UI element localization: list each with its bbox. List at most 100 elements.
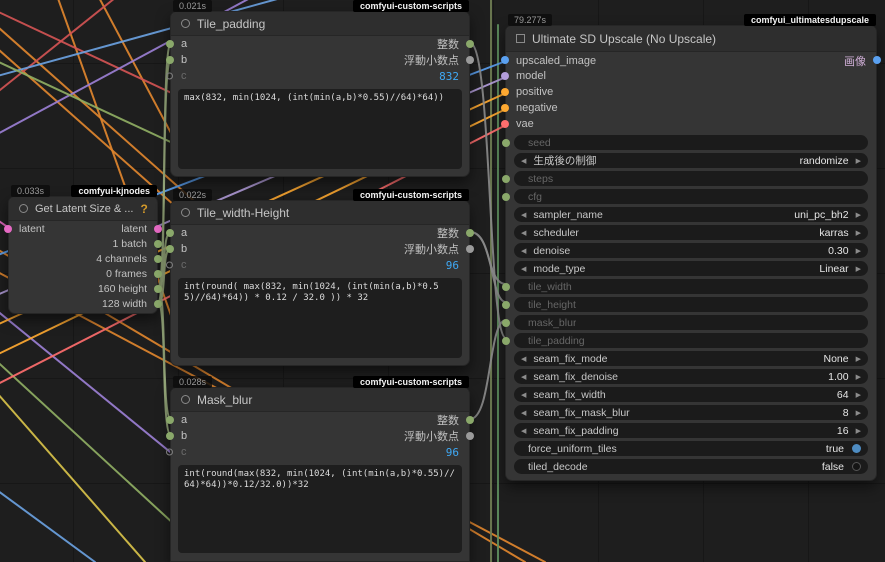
steps-input-slot[interactable]: [502, 174, 510, 183]
widget-sampler-name[interactable]: ◀ sampler_name uni_pc_bh2 ▶: [514, 207, 868, 222]
increment-arrow-icon[interactable]: ▶: [856, 427, 861, 435]
output-slot-int[interactable]: [466, 416, 474, 424]
collapse-toggle-icon[interactable]: [19, 204, 28, 213]
collapse-toggle-icon[interactable]: [181, 19, 190, 28]
increment-arrow-icon[interactable]: ▶: [856, 229, 861, 237]
tile-padding-input-slot[interactable]: [502, 336, 510, 345]
node-title-bar[interactable]: Mask_blur: [171, 388, 469, 412]
input-slot-a[interactable]: [166, 416, 174, 424]
widget-seam-fix-padding[interactable]: ◀ seam_fix_padding 16 ▶: [514, 423, 868, 438]
decrement-arrow-icon[interactable]: ◀: [521, 211, 526, 219]
output-slot-float[interactable]: [466, 245, 474, 253]
node-title-bar[interactable]: Get Latent Size & ... ?: [9, 197, 157, 221]
input-slot-c[interactable]: [166, 261, 173, 269]
widget-tile-padding[interactable]: tile_padding: [502, 333, 868, 348]
collapse-toggle-icon[interactable]: [181, 395, 190, 404]
increment-arrow-icon[interactable]: ▶: [856, 211, 861, 219]
node-tile-width-height[interactable]: 0.022s comfyui-custom-scripts Tile_width…: [166, 189, 474, 366]
increment-arrow-icon[interactable]: ▶: [856, 265, 861, 273]
decrement-arrow-icon[interactable]: ◀: [521, 427, 526, 435]
result-value: 96: [445, 258, 459, 272]
input-slot-b[interactable]: [166, 245, 174, 253]
widget-force-uniform-tiles[interactable]: force_uniform_tiles true: [514, 441, 868, 456]
output-slot-float[interactable]: [466, 432, 474, 440]
widget-seam-fix-mask-blur[interactable]: ◀ seam_fix_mask_blur 8 ▶: [514, 405, 868, 420]
toggle-on-indicator[interactable]: [852, 444, 861, 453]
input-label-a: a: [181, 414, 188, 426]
width-output-slot[interactable]: [154, 299, 162, 308]
height-output-slot[interactable]: [154, 284, 162, 293]
mask-blur-input-slot[interactable]: [502, 318, 510, 327]
widget-seed[interactable]: seed: [502, 135, 868, 150]
input-slot-a[interactable]: [166, 40, 174, 48]
seed-input-slot[interactable]: [502, 138, 510, 147]
output-slot-float[interactable]: [466, 56, 474, 64]
widget-seam-fix-denoise[interactable]: ◀ seam_fix_denoise 1.00 ▶: [514, 369, 868, 384]
widget-seam-fix-mode[interactable]: ◀ seam_fix_mode None ▶: [514, 351, 868, 366]
node-ultimate-sd-upscale[interactable]: 79.277s comfyui_ultimatesdupscale Ultima…: [501, 14, 881, 481]
input-slot-a[interactable]: [166, 229, 174, 237]
collapse-toggle-icon[interactable]: [516, 34, 525, 43]
node-tile-padding[interactable]: 0.021s comfyui-custom-scripts Tile_paddi…: [166, 0, 474, 177]
toggle-off-indicator[interactable]: [852, 462, 861, 471]
channels-output-slot[interactable]: [154, 254, 162, 263]
node-title-bar[interactable]: Tile_padding: [171, 12, 469, 36]
decrement-arrow-icon[interactable]: ◀: [521, 265, 526, 273]
latent-input-slot[interactable]: [4, 224, 12, 233]
widget-seam-fix-width[interactable]: ◀ seam_fix_width 64 ▶: [514, 387, 868, 402]
decrement-arrow-icon[interactable]: ◀: [521, 229, 526, 237]
decrement-arrow-icon[interactable]: ◀: [521, 409, 526, 417]
node-graph-canvas[interactable]: 0.021s comfyui-custom-scripts Tile_paddi…: [0, 0, 885, 562]
image-output-slot[interactable]: [873, 56, 881, 64]
vae-input-slot[interactable]: [501, 120, 509, 128]
tile-width-input-slot[interactable]: [502, 282, 510, 291]
model-input-slot[interactable]: [501, 72, 509, 80]
decrement-arrow-icon[interactable]: ◀: [521, 355, 526, 363]
decrement-arrow-icon[interactable]: ◀: [521, 373, 526, 381]
increment-arrow-icon[interactable]: ▶: [856, 409, 861, 417]
batch-output-slot[interactable]: [154, 239, 162, 248]
widget-mask-blur[interactable]: mask_blur: [502, 315, 868, 330]
increment-arrow-icon[interactable]: ▶: [856, 391, 861, 399]
widget-denoise[interactable]: ◀ denoise 0.30 ▶: [514, 243, 868, 258]
node-get-latent-size[interactable]: 0.033s comfyui-kjnodes Get Latent Size &…: [4, 185, 162, 314]
help-icon[interactable]: ?: [140, 202, 147, 216]
increment-arrow-icon[interactable]: ▶: [856, 157, 861, 165]
widget-tile-width[interactable]: tile_width: [502, 279, 868, 294]
increment-arrow-icon[interactable]: ▶: [856, 373, 861, 381]
expression-input[interactable]: int(round( max(832, min(1024, (int(min(a…: [178, 278, 462, 358]
input-slot-b[interactable]: [166, 56, 174, 64]
decrement-arrow-icon[interactable]: ◀: [521, 247, 526, 255]
input-slot-c[interactable]: [166, 72, 173, 80]
cfg-input-slot[interactable]: [502, 192, 510, 201]
decrement-arrow-icon[interactable]: ◀: [521, 157, 526, 165]
widget-label: sampler_name: [533, 208, 603, 221]
frames-output-slot[interactable]: [154, 269, 162, 278]
node-title-bar[interactable]: Tile_width-Height: [171, 201, 469, 225]
widget-mode-type[interactable]: ◀ mode_type Linear ▶: [514, 261, 868, 276]
node-title-bar[interactable]: Ultimate SD Upscale (No Upscale): [506, 26, 876, 52]
expression-input[interactable]: max(832, min(1024, (int(min(a,b)*0.55)//…: [178, 89, 462, 169]
widget-tiled-decode[interactable]: tiled_decode false: [514, 459, 868, 474]
positive-input-slot[interactable]: [501, 88, 509, 96]
node-title: Ultimate SD Upscale (No Upscale): [532, 31, 717, 46]
input-slot-c[interactable]: [166, 448, 173, 456]
collapse-toggle-icon[interactable]: [181, 208, 190, 217]
widget-tile-height[interactable]: tile_height: [502, 297, 868, 312]
decrement-arrow-icon[interactable]: ◀: [521, 391, 526, 399]
widget-steps[interactable]: steps: [502, 171, 868, 186]
input-slot-b[interactable]: [166, 432, 174, 440]
tile-height-input-slot[interactable]: [502, 300, 510, 309]
upscaled-image-input-slot[interactable]: [501, 56, 509, 64]
widget-scheduler[interactable]: ◀ scheduler karras ▶: [514, 225, 868, 240]
increment-arrow-icon[interactable]: ▶: [856, 355, 861, 363]
output-slot-int[interactable]: [466, 40, 474, 48]
output-slot-int[interactable]: [466, 229, 474, 237]
negative-input-slot[interactable]: [501, 104, 509, 112]
latent-output-slot[interactable]: [154, 224, 162, 233]
expression-input[interactable]: int(round(max(832, min(1024, (int(min(a,…: [178, 465, 462, 553]
widget-cfg[interactable]: cfg: [502, 189, 868, 204]
increment-arrow-icon[interactable]: ▶: [856, 247, 861, 255]
node-mask-blur[interactable]: 0.028s comfyui-custom-scripts Mask_blur …: [166, 376, 474, 562]
widget-control-after-generate[interactable]: ◀ 生成後の制御 randomize ▶: [514, 153, 868, 168]
